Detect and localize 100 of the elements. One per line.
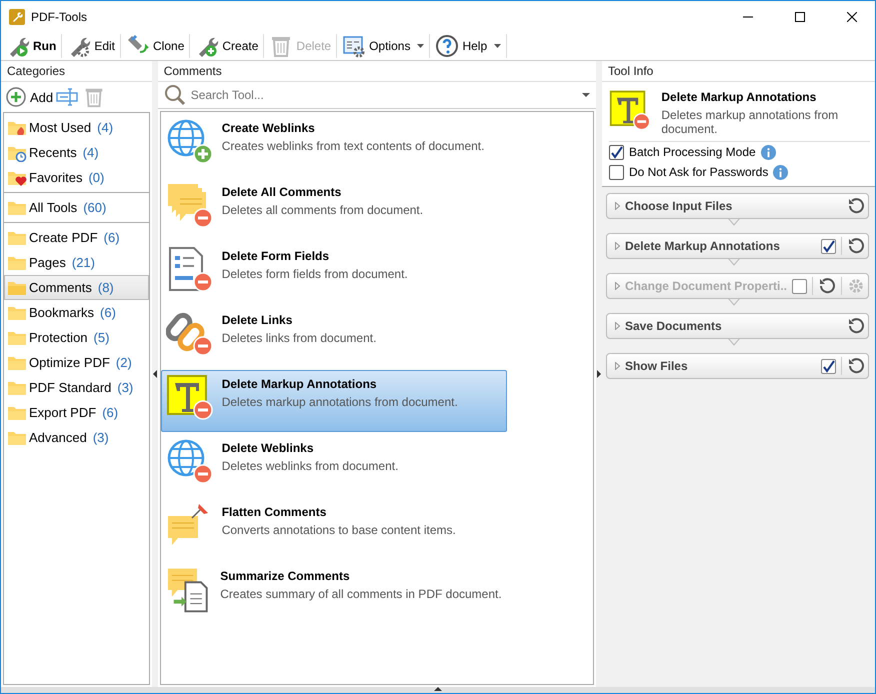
- app-icon: [9, 8, 25, 24]
- category-item[interactable]: Advanced (3): [4, 425, 149, 450]
- reset-icon[interactable]: [847, 237, 865, 255]
- category-count: (21): [72, 255, 95, 270]
- step-bar[interactable]: Save Documents: [606, 313, 869, 339]
- expand-arrow-icon: [614, 322, 620, 330]
- tool-description: Creates summary of all comments in PDF document.: [220, 587, 502, 601]
- category-count: (2): [116, 355, 132, 370]
- tool-description: Deletes weblinks from document.: [222, 459, 398, 473]
- category-count: (4): [82, 145, 99, 160]
- connector-arrow: [728, 218, 740, 226]
- category-count: (6): [102, 405, 118, 420]
- category-label: Favorites: [29, 170, 82, 185]
- window-title: PDF-Tools: [31, 10, 88, 24]
- tool-item[interactable]: Delete All Comments Deletes all comments from document.: [160, 178, 507, 240]
- category-item[interactable]: All Tools (60): [4, 195, 149, 220]
- step-label: Choose Input Files: [624, 199, 734, 213]
- expand-arrow-icon: [614, 202, 620, 210]
- expand-arrow-icon: [614, 362, 620, 370]
- category-item[interactable]: Comments (8): [4, 275, 149, 300]
- tool-name: Create Weblinks: [222, 121, 316, 135]
- connector-arrow: [728, 258, 740, 266]
- collapse-arrow-icon[interactable]: [152, 370, 157, 378]
- category-item[interactable]: PDF Standard (3): [4, 375, 149, 400]
- category-label: Protection: [29, 330, 88, 345]
- category-count: (8): [98, 280, 114, 295]
- tool-name: Delete Links: [222, 313, 294, 327]
- category-item[interactable]: Export PDF (6): [4, 400, 149, 425]
- reset-icon[interactable]: [847, 317, 865, 335]
- tool-name: Delete Weblinks: [222, 441, 314, 455]
- category-label: Pages: [29, 255, 66, 270]
- checkbox[interactable]: [608, 144, 624, 160]
- category-count: (6): [100, 305, 116, 320]
- category-item[interactable]: Bookmarks (6): [4, 300, 149, 325]
- category-count: (5): [94, 330, 110, 345]
- checkbox[interactable]: [821, 358, 836, 374]
- caret-icon: [494, 44, 502, 48]
- tool-item[interactable]: Create Weblinks Creates weblinks from text contents of document.: [160, 114, 507, 176]
- tool-description: Creates weblinks from text contents of document.: [222, 139, 484, 153]
- tool-item[interactable]: Summarize Comments Creates summary of all comments in PDF document.: [160, 562, 507, 624]
- category-label: Optimize PDF: [29, 355, 110, 370]
- info-icon[interactable]: [760, 144, 776, 160]
- tool-name: Delete Markup Annotations: [222, 377, 378, 391]
- tool-item[interactable]: Delete Markup Annotations Deletes markup annotations from document.: [160, 370, 507, 432]
- toolbar-button[interactable]: Help: [433, 34, 508, 58]
- collapse-arrow-icon[interactable]: [596, 370, 601, 378]
- step-bar[interactable]: Choose Input Files: [606, 193, 869, 219]
- category-item[interactable]: Pages (21): [4, 250, 149, 275]
- tool-description: Deletes links from document.: [222, 331, 376, 345]
- tool-description: Deletes markup annotations from document.: [222, 395, 458, 409]
- tool-description: Deletes all comments from document.: [222, 203, 424, 217]
- category-count: (0): [88, 170, 104, 185]
- step-bar[interactable]: Delete Markup Annotations: [606, 233, 869, 259]
- category-label: All Tools: [29, 200, 78, 215]
- maximize-icon[interactable]: [795, 12, 805, 22]
- category-label: Most Used: [29, 120, 92, 135]
- toolbar-button[interactable]: Options: [340, 34, 430, 58]
- expand-arrow-icon: [614, 242, 620, 250]
- step-bar[interactable]: Show Files: [606, 353, 869, 379]
- category-item[interactable]: Protection (5): [4, 325, 149, 350]
- tool-name: Delete All Comments: [222, 185, 342, 199]
- toolbar-button[interactable]: Run: [4, 34, 62, 58]
- tool-item[interactable]: Flatten Comments Converts annotations to base content items.: [160, 498, 507, 560]
- category-item[interactable]: Recents (4): [4, 140, 149, 165]
- category-label: Export PDF: [29, 405, 96, 420]
- add-button[interactable]: Add: [6, 87, 54, 107]
- close-icon[interactable]: [847, 12, 857, 22]
- reset-icon[interactable]: [847, 197, 865, 215]
- connector-arrow: [728, 298, 740, 306]
- option-label: Batch Processing Mode: [628, 145, 756, 159]
- tool-item[interactable]: Delete Weblinks Deletes weblinks from document.: [160, 434, 507, 496]
- category-count: (4): [97, 120, 114, 135]
- checkbox[interactable]: [608, 164, 624, 180]
- tool-description: Converts annotations to base content items.: [222, 523, 456, 537]
- tool-item[interactable]: Delete Form Fields Deletes form fields from document.: [160, 242, 507, 304]
- toolbar-button[interactable]: Create: [193, 34, 264, 58]
- expand-arrow-icon: [614, 282, 620, 290]
- category-label: Create PDF: [29, 230, 98, 245]
- option-label: Do Not Ask for Passwords: [628, 165, 768, 179]
- reset-icon[interactable]: [847, 357, 865, 375]
- toolbar-button[interactable]: Clone: [124, 34, 190, 58]
- category-item[interactable]: Optimize PDF (2): [4, 350, 149, 375]
- dropdown-arrow-icon[interactable]: [582, 93, 590, 97]
- category-count: (3): [117, 380, 134, 395]
- category-item[interactable]: Create PDF (6): [4, 225, 149, 250]
- rename-icon[interactable]: [56, 87, 80, 107]
- category-label: Bookmarks: [29, 305, 94, 320]
- checkbox[interactable]: [821, 238, 836, 254]
- info-icon[interactable]: [773, 164, 788, 180]
- connector-arrow: [728, 338, 740, 346]
- search-field[interactable]: Search Tool...: [188, 87, 580, 103]
- tool-item[interactable]: Delete Links Deletes links from document.: [160, 306, 507, 368]
- collapse-arrow-icon[interactable]: [434, 687, 442, 691]
- category-label: PDF Standard: [29, 380, 112, 395]
- toolbar-button[interactable]: Edit: [65, 34, 122, 58]
- category-item[interactable]: Favorites (0): [4, 165, 149, 190]
- help-icon: [435, 34, 460, 58]
- category-count: (60): [83, 200, 106, 215]
- tool-name: Flatten Comments: [222, 505, 328, 519]
- category-item[interactable]: Most Used (4): [4, 115, 149, 140]
